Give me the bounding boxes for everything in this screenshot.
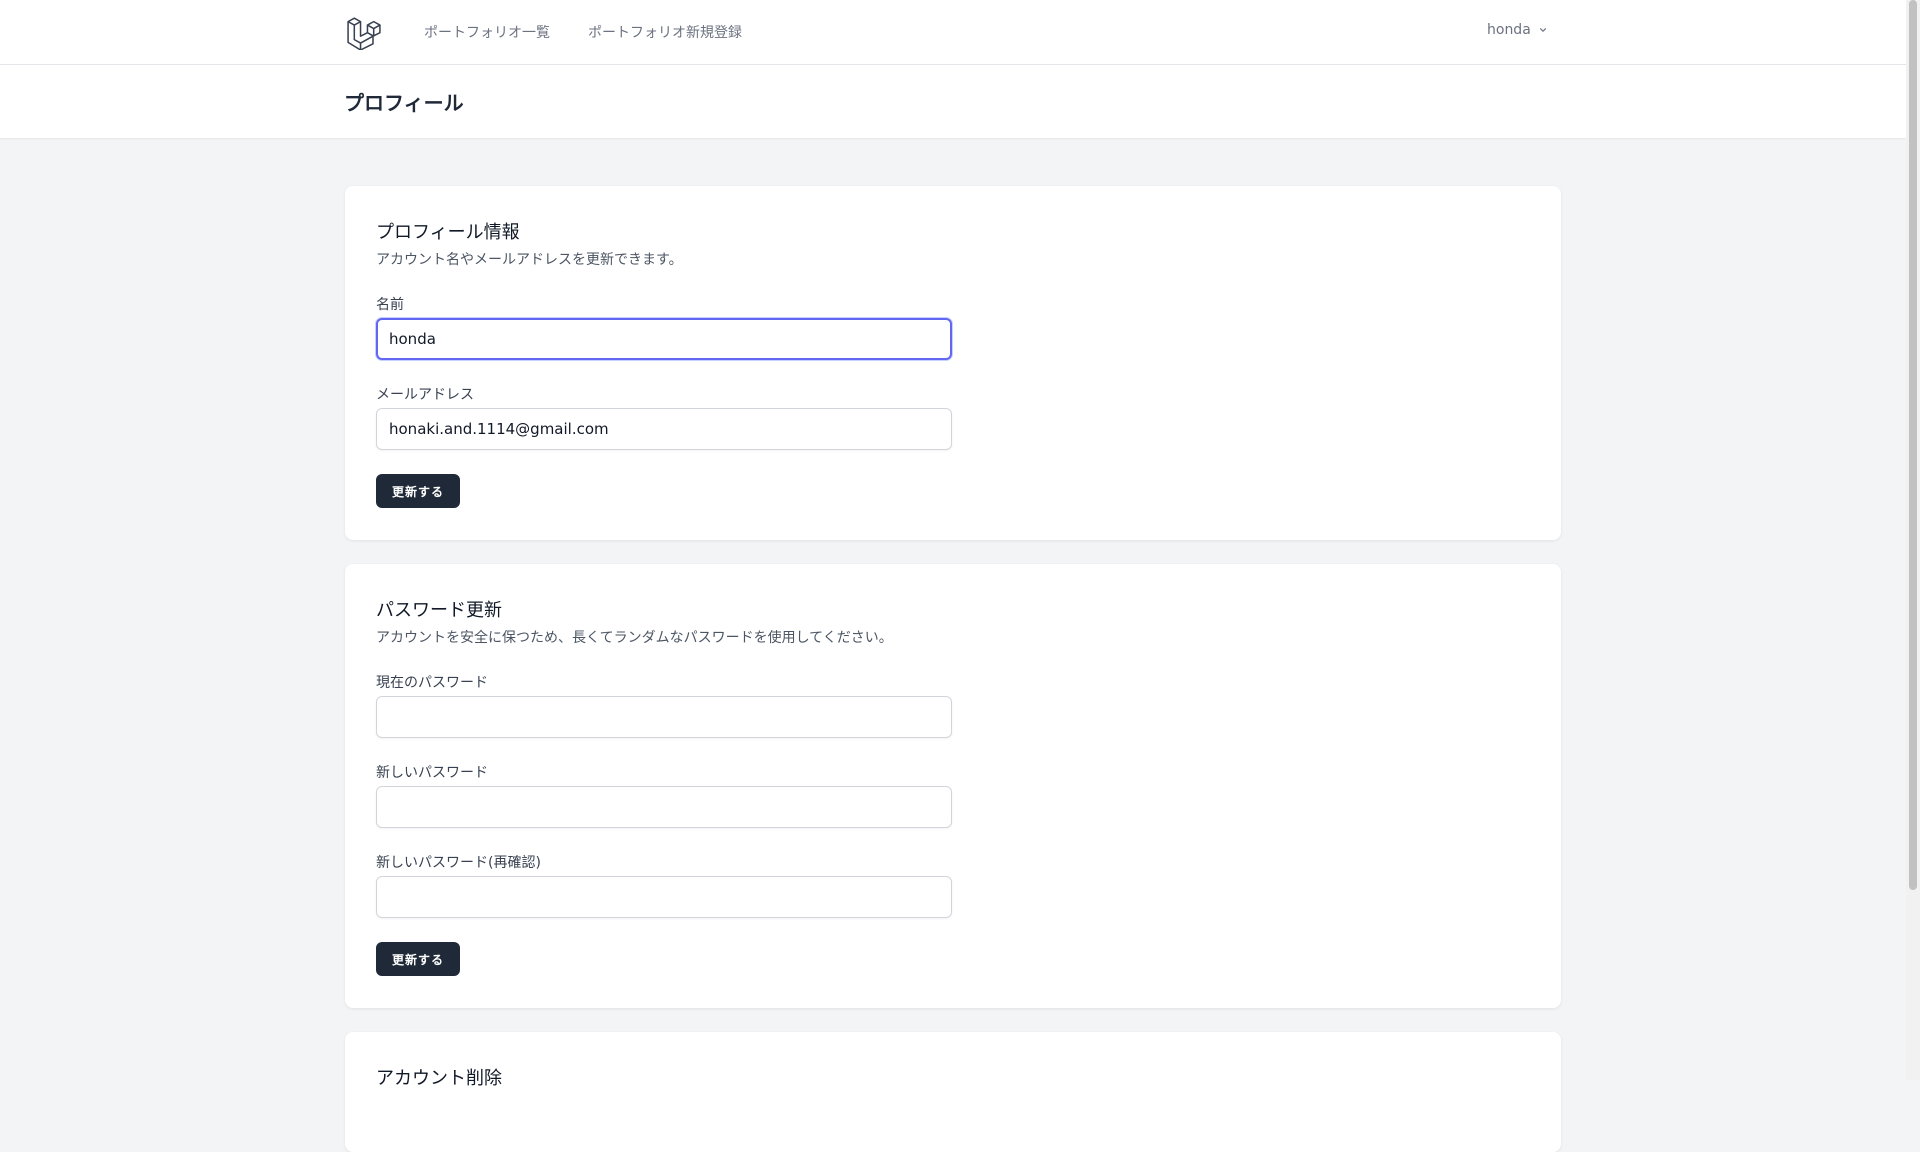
profile-save-button[interactable]: 更新する bbox=[376, 474, 461, 508]
user-name: honda bbox=[1487, 22, 1531, 38]
new-password-label: 新しいパスワード bbox=[376, 765, 488, 781]
password-save-button[interactable]: 更新する bbox=[376, 942, 461, 976]
name-input[interactable] bbox=[376, 318, 952, 360]
confirm-password-input[interactable] bbox=[376, 876, 952, 918]
scrollbar-thumb[interactable] bbox=[1909, 0, 1917, 890]
user-menu-dropdown[interactable]: honda bbox=[1487, 22, 1549, 38]
nav-link-portfolio-list[interactable]: ポートフォリオ一覧 bbox=[424, 22, 550, 42]
nav-link-portfolio-create[interactable]: ポートフォリオ新規登録 bbox=[588, 22, 742, 42]
chevron-down-icon bbox=[1539, 28, 1546, 32]
page-header: プロフィール bbox=[0, 65, 1906, 138]
email-input[interactable] bbox=[376, 408, 952, 450]
profile-info-description: アカウント名やメールアドレスを更新できます。 bbox=[376, 252, 683, 268]
confirm-password-label: 新しいパスワード(再確認) bbox=[376, 855, 541, 871]
delete-account-card: アカウント削除 bbox=[345, 1032, 1561, 1152]
name-label: 名前 bbox=[376, 297, 404, 313]
password-update-card: パスワード更新 アカウントを安全に保つため、長くてランダムなパスワードを使用して… bbox=[345, 564, 1561, 1008]
page-scrollbar[interactable] bbox=[1906, 0, 1920, 1080]
profile-info-title: プロフィール情報 bbox=[376, 222, 520, 243]
password-update-description: アカウントを安全に保つため、長くてランダムなパスワードを使用してください。 bbox=[376, 630, 893, 646]
password-update-title: パスワード更新 bbox=[376, 600, 502, 621]
current-password-input[interactable] bbox=[376, 696, 952, 738]
laravel-logo-icon[interactable] bbox=[346, 14, 382, 51]
page-title: プロフィール bbox=[344, 91, 464, 115]
current-password-label: 現在のパスワード bbox=[376, 675, 488, 691]
delete-account-title: アカウント削除 bbox=[376, 1068, 502, 1089]
new-password-input[interactable] bbox=[376, 786, 952, 828]
profile-info-card: プロフィール情報 アカウント名やメールアドレスを更新できます。 名前 メールアド… bbox=[345, 186, 1561, 540]
top-navigation: ポートフォリオ一覧 ポートフォリオ新規登録 honda bbox=[0, 0, 1906, 65]
email-label: メールアドレス bbox=[376, 387, 474, 403]
